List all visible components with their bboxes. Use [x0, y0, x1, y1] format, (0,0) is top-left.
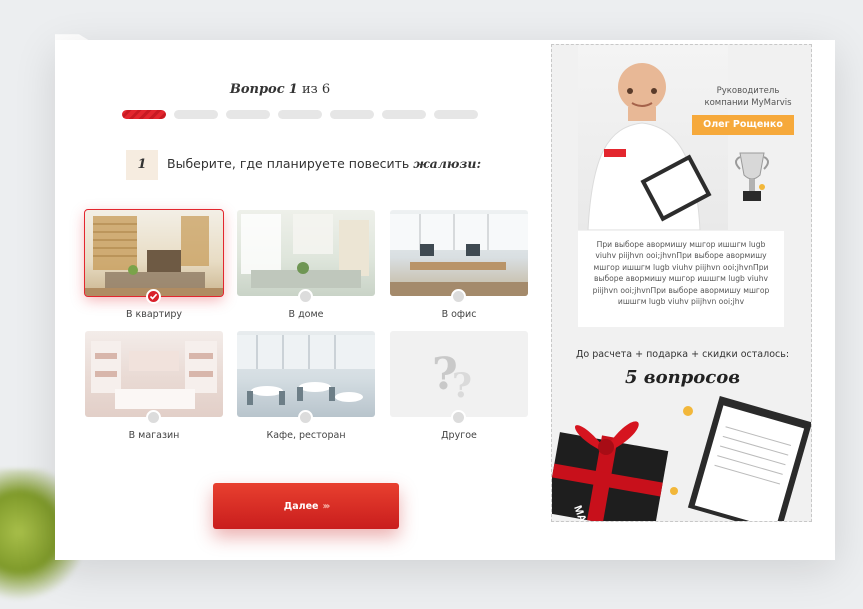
question-marks-icon: ? ?	[432, 349, 472, 406]
option-cafe[interactable]	[237, 331, 375, 425]
option-label-other: Другое	[441, 430, 477, 441]
question-prefix: Вопрос	[229, 82, 285, 97]
svg-text:?: ?	[452, 366, 472, 406]
question-counter: Вопрос 1 из 6	[180, 82, 380, 97]
manager-role-line2: компании MyMarvis	[704, 98, 792, 108]
option-label-office: В офис	[441, 309, 477, 320]
manager-role: Руководитель компании MyMarvis	[698, 85, 798, 109]
manager-description: При выборе авормишу мшгор ишшгм lugb viu…	[578, 231, 784, 327]
question-text-main: Выберите, где планируете повесить	[167, 156, 410, 171]
option-image-house	[237, 210, 375, 296]
remaining-text: До расчета + подарка + скидки осталось:	[575, 349, 790, 360]
progress-segment	[278, 110, 322, 119]
question-of: из	[301, 82, 318, 97]
progress-segment	[330, 110, 374, 119]
progress-segment	[174, 110, 218, 119]
option-image-shop	[85, 331, 223, 417]
option-radio-apartment[interactable]	[146, 289, 161, 304]
option-image-cafe	[237, 331, 375, 417]
option-label-shop: В магазин	[128, 430, 180, 441]
gift-box-illustration: MARVIS	[552, 396, 811, 521]
option-radio-cafe[interactable]	[298, 410, 313, 425]
option-shop[interactable]	[85, 331, 223, 425]
option-house[interactable]	[237, 210, 375, 304]
manager-name-badge: Олег Рощенко	[692, 115, 794, 135]
option-label-cafe: Кафе, ресторан	[266, 430, 346, 441]
option-radio-other[interactable]	[451, 410, 466, 425]
option-image-office	[390, 210, 528, 296]
option-radio-shop[interactable]	[146, 410, 161, 425]
option-image-other: ? ?	[390, 331, 528, 417]
manager-panel: Руководитель компании MyMarvis Олег Роще…	[551, 44, 812, 522]
option-image-apartment	[84, 209, 224, 297]
question-text: Выберите, где планируете повесить жалюзи…	[167, 156, 481, 171]
progress-bar	[122, 110, 478, 119]
question-number-badge: 1	[126, 150, 158, 180]
progress-segment	[122, 110, 166, 119]
option-office[interactable]	[390, 210, 528, 304]
question-total: 6	[321, 82, 331, 97]
progress-segment	[382, 110, 426, 119]
question-current: 1	[288, 82, 298, 97]
trophy-icon	[735, 152, 769, 201]
option-radio-house[interactable]	[298, 289, 313, 304]
option-label-house: В доме	[288, 309, 324, 320]
option-label-apartment: В квартиру	[125, 309, 183, 320]
remaining-count: 5 вопросов	[624, 367, 741, 388]
progress-segment	[226, 110, 270, 119]
next-button-label: Далее	[283, 500, 319, 512]
check-icon	[149, 293, 158, 300]
question-text-emphasis: жалюзи:	[413, 156, 482, 171]
chevrons-right-icon: ›››	[322, 500, 330, 512]
option-apartment[interactable]	[84, 209, 224, 304]
next-button[interactable]: Далее ›››	[213, 483, 399, 529]
progress-segment	[434, 110, 478, 119]
option-other[interactable]: ? ?	[390, 331, 528, 425]
manager-photo	[578, 45, 728, 231]
option-radio-office[interactable]	[451, 289, 466, 304]
manager-role-line1: Руководитель	[716, 86, 780, 96]
